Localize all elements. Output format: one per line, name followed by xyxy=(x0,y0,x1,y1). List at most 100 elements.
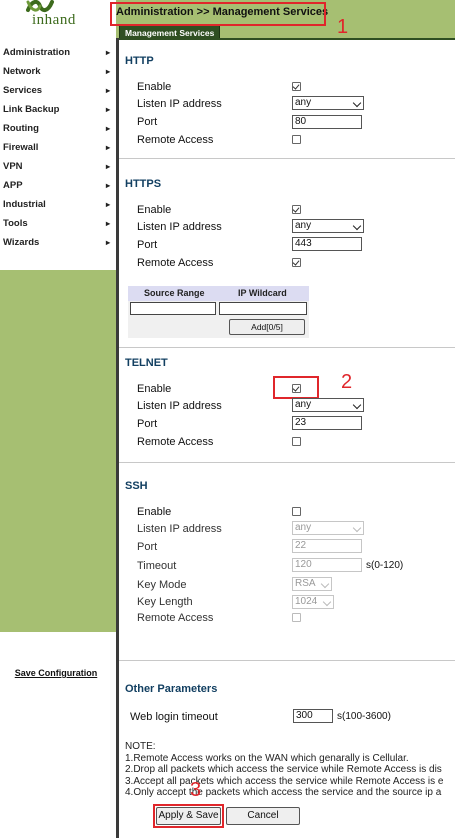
cancel-button[interactable]: Cancel xyxy=(226,807,300,825)
telnet-enable-label: Enable xyxy=(137,383,172,395)
telnet-port-label: Port xyxy=(137,418,158,430)
ip-wildcard-input[interactable] xyxy=(219,302,307,315)
section-title-https: HTTPS xyxy=(125,178,162,190)
chevron-right-icon: ▸ xyxy=(105,124,110,133)
telnet-port-input[interactable]: 23 xyxy=(292,416,362,430)
telnet-remote-checkbox[interactable] xyxy=(292,437,301,446)
note-block: NOTE: 1.Remote Access works on the WAN w… xyxy=(125,741,455,799)
http-remote-label: Remote Access xyxy=(137,134,214,146)
chevron-right-icon: ▸ xyxy=(105,219,110,228)
telnet-listen-select[interactable]: any xyxy=(292,398,364,412)
https-remote-checkbox[interactable] xyxy=(292,258,301,267)
http-remote-checkbox[interactable] xyxy=(292,135,301,144)
web-login-timeout-input[interactable]: 300 xyxy=(293,709,333,723)
apply-save-button[interactable]: Apply & Save xyxy=(156,807,221,825)
source-range-input[interactable] xyxy=(130,302,216,315)
https-enable-label: Enable xyxy=(137,204,172,216)
http-enable-checkbox[interactable] xyxy=(292,82,301,91)
sidebar-item-industrial[interactable]: Industrial ▸ xyxy=(0,195,116,214)
chevron-right-icon: ▸ xyxy=(105,86,110,95)
note-title: NOTE: xyxy=(125,741,156,752)
sidebar-item-administration[interactable]: Administration ▸ xyxy=(0,43,116,62)
sidebar-item-wizards[interactable]: Wizards ▸ xyxy=(0,233,116,252)
sidebar-item-label: Wizards xyxy=(3,237,40,248)
sidebar-item-app[interactable]: APP ▸ xyxy=(0,176,116,195)
ssh-keymode-label: Key Mode xyxy=(137,579,187,591)
note-line: 1.Remote Access works on the WAN which g… xyxy=(125,752,409,764)
web-login-timeout-range: s(100-3600) xyxy=(337,711,391,722)
section-title-telnet: TELNET xyxy=(125,357,168,369)
divider xyxy=(119,462,455,463)
annotation-number-1: 1 xyxy=(337,16,349,38)
ssh-port-input[interactable]: 22 xyxy=(292,539,362,553)
https-listen-select[interactable]: any xyxy=(292,219,364,233)
divider xyxy=(119,660,455,661)
sidebar-item-vpn[interactable]: VPN ▸ xyxy=(0,157,116,176)
ssh-listen-label: Listen IP address xyxy=(137,523,222,535)
telnet-listen-label: Listen IP address xyxy=(137,400,222,412)
section-title-http: HTTP xyxy=(125,55,154,67)
chevron-right-icon: ▸ xyxy=(105,181,110,190)
sidebar-item-network[interactable]: Network ▸ xyxy=(0,62,116,81)
web-login-timeout-label: Web login timeout xyxy=(130,711,218,723)
inhand-logo: inhand xyxy=(14,0,75,34)
http-port-label: Port xyxy=(137,116,158,128)
note-line: 2.Drop all packets which access the serv… xyxy=(125,764,442,775)
http-port-input[interactable]: 80 xyxy=(292,115,362,129)
ip-wildcard-table: Source Range IP Wildcard Add[0/5] xyxy=(128,286,309,338)
sidebar-item-label: Industrial xyxy=(3,199,46,210)
chevron-right-icon: ▸ xyxy=(105,105,110,114)
ssh-port-label: Port xyxy=(137,541,158,553)
sidebar-item-label: Services xyxy=(3,85,43,96)
sidebar-item-label: Tools xyxy=(3,218,28,229)
column-source-range: Source Range xyxy=(144,288,205,298)
sidebar-item-firewall[interactable]: Firewall ▸ xyxy=(0,138,116,157)
sidebar-item-label: Administration xyxy=(3,47,71,58)
ssh-timeout-input[interactable]: 120 xyxy=(292,558,362,572)
ssh-enable-label: Enable xyxy=(137,506,172,518)
sidebar-item-label: Routing xyxy=(3,123,39,134)
chevron-right-icon: ▸ xyxy=(105,238,110,247)
ssh-remote-checkbox[interactable] xyxy=(292,613,301,622)
ssh-timeout-range: s(0-120) xyxy=(366,560,404,571)
annotation-box-2 xyxy=(273,376,319,399)
chevron-right-icon: ▸ xyxy=(105,48,110,57)
https-port-input[interactable]: 443 xyxy=(292,237,362,251)
chevron-right-icon: ▸ xyxy=(105,162,110,171)
https-remote-label: Remote Access xyxy=(137,257,214,269)
chevron-right-icon: ▸ xyxy=(105,143,110,152)
section-title-other-parameters: Other Parameters xyxy=(125,683,218,695)
ssh-keylength-select[interactable]: 1024 xyxy=(292,595,334,609)
note-line: 4.Only accept the packets which access t… xyxy=(125,787,442,798)
sidebar-item-services[interactable]: Services ▸ xyxy=(0,81,116,100)
chevron-right-icon: ▸ xyxy=(105,67,110,76)
ssh-keylength-label: Key Length xyxy=(137,596,193,608)
ssh-enable-checkbox[interactable] xyxy=(292,507,301,516)
ssh-listen-select[interactable]: any xyxy=(292,521,364,535)
sidebar-item-tools[interactable]: Tools ▸ xyxy=(0,214,116,233)
sidebar: inhand Administration ▸ Network ▸ Services… xyxy=(0,0,116,838)
main-content: Administration >> Management Services Ma… xyxy=(110,0,455,838)
save-configuration-link[interactable]: Save Configuration xyxy=(0,668,112,678)
section-title-ssh: SSH xyxy=(125,480,148,492)
column-ip-wildcard: IP Wildcard xyxy=(238,288,287,298)
http-listen-select[interactable]: any xyxy=(292,96,364,110)
annotation-number-3: 3 xyxy=(190,779,202,801)
sidebar-item-label: Network xyxy=(3,66,41,77)
sidebar-item-link-backup[interactable]: Link Backup ▸ xyxy=(0,100,116,119)
sidebar-nav: Administration ▸ Network ▸ Services ▸ Link … xyxy=(0,43,116,252)
add-button[interactable]: Add[0/5] xyxy=(229,319,305,335)
annotation-number-2: 2 xyxy=(341,371,353,393)
chevron-right-icon: ▸ xyxy=(105,200,110,209)
http-listen-label: Listen IP address xyxy=(137,98,222,110)
tab-management-services[interactable]: Management Services xyxy=(119,25,221,39)
ssh-keymode-select[interactable]: RSA xyxy=(292,577,332,591)
sidebar-item-label: Link Backup xyxy=(3,104,60,115)
logo-text: inhand xyxy=(32,12,76,28)
https-port-label: Port xyxy=(137,239,158,251)
sidebar-item-label: VPN xyxy=(3,161,23,172)
sidebar-item-label: Firewall xyxy=(3,142,39,153)
sidebar-item-routing[interactable]: Routing ▸ xyxy=(0,119,116,138)
https-listen-label: Listen IP address xyxy=(137,221,222,233)
https-enable-checkbox[interactable] xyxy=(292,205,301,214)
